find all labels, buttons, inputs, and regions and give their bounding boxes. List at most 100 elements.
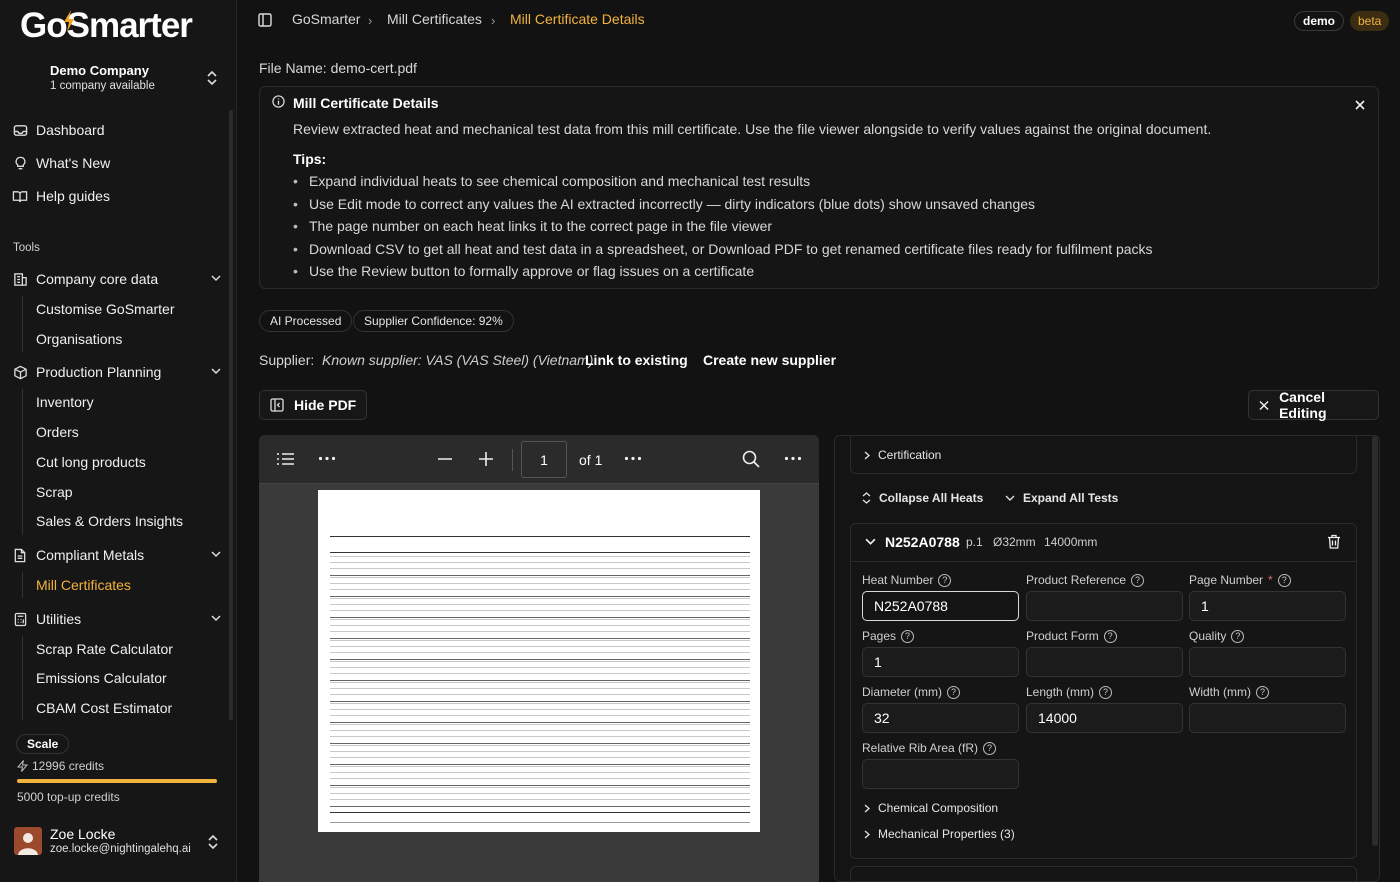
expand-all-tests-button[interactable]: Expand All Tests bbox=[1005, 491, 1118, 505]
more-horizontal-icon[interactable] bbox=[318, 456, 336, 461]
toolbar-divider bbox=[512, 449, 513, 471]
topup-credits: 5000 top-up credits bbox=[17, 790, 120, 804]
heat-number-field[interactable]: N252A0788 bbox=[862, 591, 1019, 621]
sidebar-scrollbar[interactable] bbox=[229, 110, 233, 720]
doc-row-line bbox=[330, 799, 750, 800]
diameter-label: Diameter (mm)? bbox=[862, 685, 960, 699]
breadcrumb-mill-certificates[interactable]: Mill Certificates bbox=[387, 11, 482, 27]
company-name[interactable]: Demo Company bbox=[50, 63, 149, 78]
quality-label: Quality? bbox=[1189, 629, 1245, 643]
sidebar-toggle-icon[interactable] bbox=[258, 13, 272, 27]
heat-page: p.1 bbox=[966, 535, 983, 549]
list-icon[interactable] bbox=[276, 452, 295, 466]
pdf-viewer[interactable]: 1 of 1 bbox=[259, 435, 819, 882]
nav-scrap-rate-calculator[interactable]: Scrap Rate Calculator bbox=[36, 641, 173, 657]
gosmarter-logo[interactable]: GoSmarter bbox=[20, 6, 193, 46]
nav-inventory[interactable]: Inventory bbox=[36, 394, 94, 410]
tools-section-label: Tools bbox=[13, 242, 40, 254]
certification-section[interactable]: Certification bbox=[850, 436, 1357, 474]
doc-rule bbox=[330, 575, 750, 576]
file-name: File Name: demo-cert.pdf bbox=[259, 60, 417, 76]
more-horizontal-icon[interactable] bbox=[624, 456, 642, 461]
avatar[interactable] bbox=[14, 827, 42, 855]
panel-scrollbar[interactable] bbox=[1372, 436, 1378, 846]
chevron-down-icon[interactable] bbox=[865, 538, 876, 546]
nav-emissions-calculator[interactable]: Emissions Calculator bbox=[36, 670, 167, 686]
credits-progress-fill bbox=[17, 779, 217, 783]
diameter-field[interactable]: 32 bbox=[862, 703, 1019, 733]
help-circle-icon: ? bbox=[983, 741, 997, 755]
nav-sales-orders-insights[interactable]: Sales & Orders Insights bbox=[36, 513, 183, 529]
user-name[interactable]: Zoe Locke bbox=[50, 826, 115, 842]
zoom-in-icon[interactable] bbox=[479, 452, 493, 466]
nav-mill-certificates[interactable]: Mill Certificates bbox=[36, 577, 131, 593]
nav-cbam-cost-estimator[interactable]: CBAM Cost Estimator bbox=[36, 700, 172, 716]
nav-group-label: Company core data bbox=[36, 271, 159, 287]
nav-group-utilities[interactable]: Utilities bbox=[12, 606, 222, 632]
product-reference-field[interactable] bbox=[1026, 591, 1183, 621]
doc-row-line bbox=[330, 667, 750, 668]
help-circle-icon: ? bbox=[1231, 629, 1245, 643]
trash-icon[interactable] bbox=[1327, 534, 1341, 549]
zoom-out-icon[interactable] bbox=[438, 458, 452, 460]
nav-whats-new[interactable]: What's New bbox=[12, 150, 110, 176]
link-to-existing-button[interactable]: Link to existing bbox=[585, 352, 688, 368]
mechanical-properties-toggle[interactable]: Mechanical Properties (3) bbox=[864, 827, 1015, 841]
nav-group-production-planning[interactable]: Production Planning bbox=[12, 359, 222, 385]
rib-area-field[interactable] bbox=[862, 759, 1019, 789]
heat-diameter: Ø32mm bbox=[993, 535, 1036, 549]
help-circle-icon: ? bbox=[1099, 685, 1113, 699]
tip-item: • Expand individual heats to see chemical… bbox=[293, 173, 811, 189]
doc-rule bbox=[330, 806, 750, 807]
breadcrumb-gosmarter[interactable]: GoSmarter bbox=[292, 11, 360, 27]
nav-customise-gosmarter[interactable]: Customise GoSmarter bbox=[36, 301, 174, 317]
create-new-supplier-button[interactable]: Create new supplier bbox=[703, 352, 836, 368]
cancel-editing-button[interactable]: Cancel Editing bbox=[1248, 389, 1379, 421]
doc-row-line bbox=[330, 730, 750, 731]
length-field[interactable]: 14000 bbox=[1026, 703, 1183, 733]
width-field[interactable] bbox=[1189, 703, 1346, 733]
doc-row-line bbox=[330, 589, 750, 590]
heat-number-title[interactable]: N252A0788 bbox=[885, 534, 960, 550]
doc-row-line bbox=[330, 757, 750, 758]
more-horizontal-icon[interactable] bbox=[784, 456, 802, 461]
calculator-icon bbox=[12, 611, 28, 627]
quality-field[interactable] bbox=[1189, 647, 1346, 677]
page-number-field[interactable]: 1 bbox=[1189, 591, 1346, 621]
certification-toggle[interactable]: Certification bbox=[864, 448, 941, 462]
help-circle-icon: ? bbox=[938, 573, 952, 587]
nav-dashboard[interactable]: Dashboard bbox=[12, 117, 105, 143]
doc-rule bbox=[330, 822, 750, 823]
lightning-icon bbox=[64, 10, 74, 32]
chevrons-updown-icon[interactable] bbox=[206, 70, 218, 86]
heat-card-collapsed[interactable] bbox=[850, 866, 1357, 881]
chevron-down-icon bbox=[1005, 495, 1015, 501]
chevrons-updown-icon[interactable] bbox=[207, 834, 219, 850]
nav-group-compliant-metals[interactable]: Compliant Metals bbox=[12, 542, 222, 568]
doc-row-line bbox=[330, 556, 750, 557]
nav-group-company-core-data[interactable]: Company core data bbox=[12, 266, 222, 292]
doc-row-line bbox=[330, 778, 750, 779]
page-number-input[interactable]: 1 bbox=[521, 441, 567, 478]
close-icon[interactable] bbox=[1355, 100, 1365, 110]
product-form-field[interactable] bbox=[1026, 647, 1183, 677]
nav-scrap[interactable]: Scrap bbox=[36, 484, 73, 500]
page-count: of 1 bbox=[579, 452, 603, 468]
chemical-composition-toggle[interactable]: Chemical Composition bbox=[864, 801, 998, 815]
nav-whats-new-label: What's New bbox=[36, 155, 111, 171]
nav-orders[interactable]: Orders bbox=[36, 424, 79, 440]
nav-organisations[interactable]: Organisations bbox=[36, 331, 122, 347]
tree-line bbox=[22, 296, 23, 352]
doc-row-line bbox=[330, 604, 750, 605]
collapse-all-heats-button[interactable]: Collapse All Heats bbox=[862, 491, 983, 505]
pages-field[interactable]: 1 bbox=[862, 647, 1019, 677]
hide-pdf-button[interactable]: Hide PDF bbox=[259, 390, 368, 420]
help-circle-icon: ? bbox=[1256, 685, 1269, 699]
doc-row-line bbox=[330, 736, 750, 737]
chevron-right-icon bbox=[864, 450, 870, 460]
search-icon[interactable] bbox=[742, 450, 760, 468]
doc-row-line bbox=[330, 766, 750, 767]
nav-help-guides[interactable]: Help guides bbox=[12, 183, 110, 209]
nav-cut-long-products[interactable]: Cut long products bbox=[36, 454, 146, 470]
help-circle-icon: ? bbox=[901, 629, 915, 643]
